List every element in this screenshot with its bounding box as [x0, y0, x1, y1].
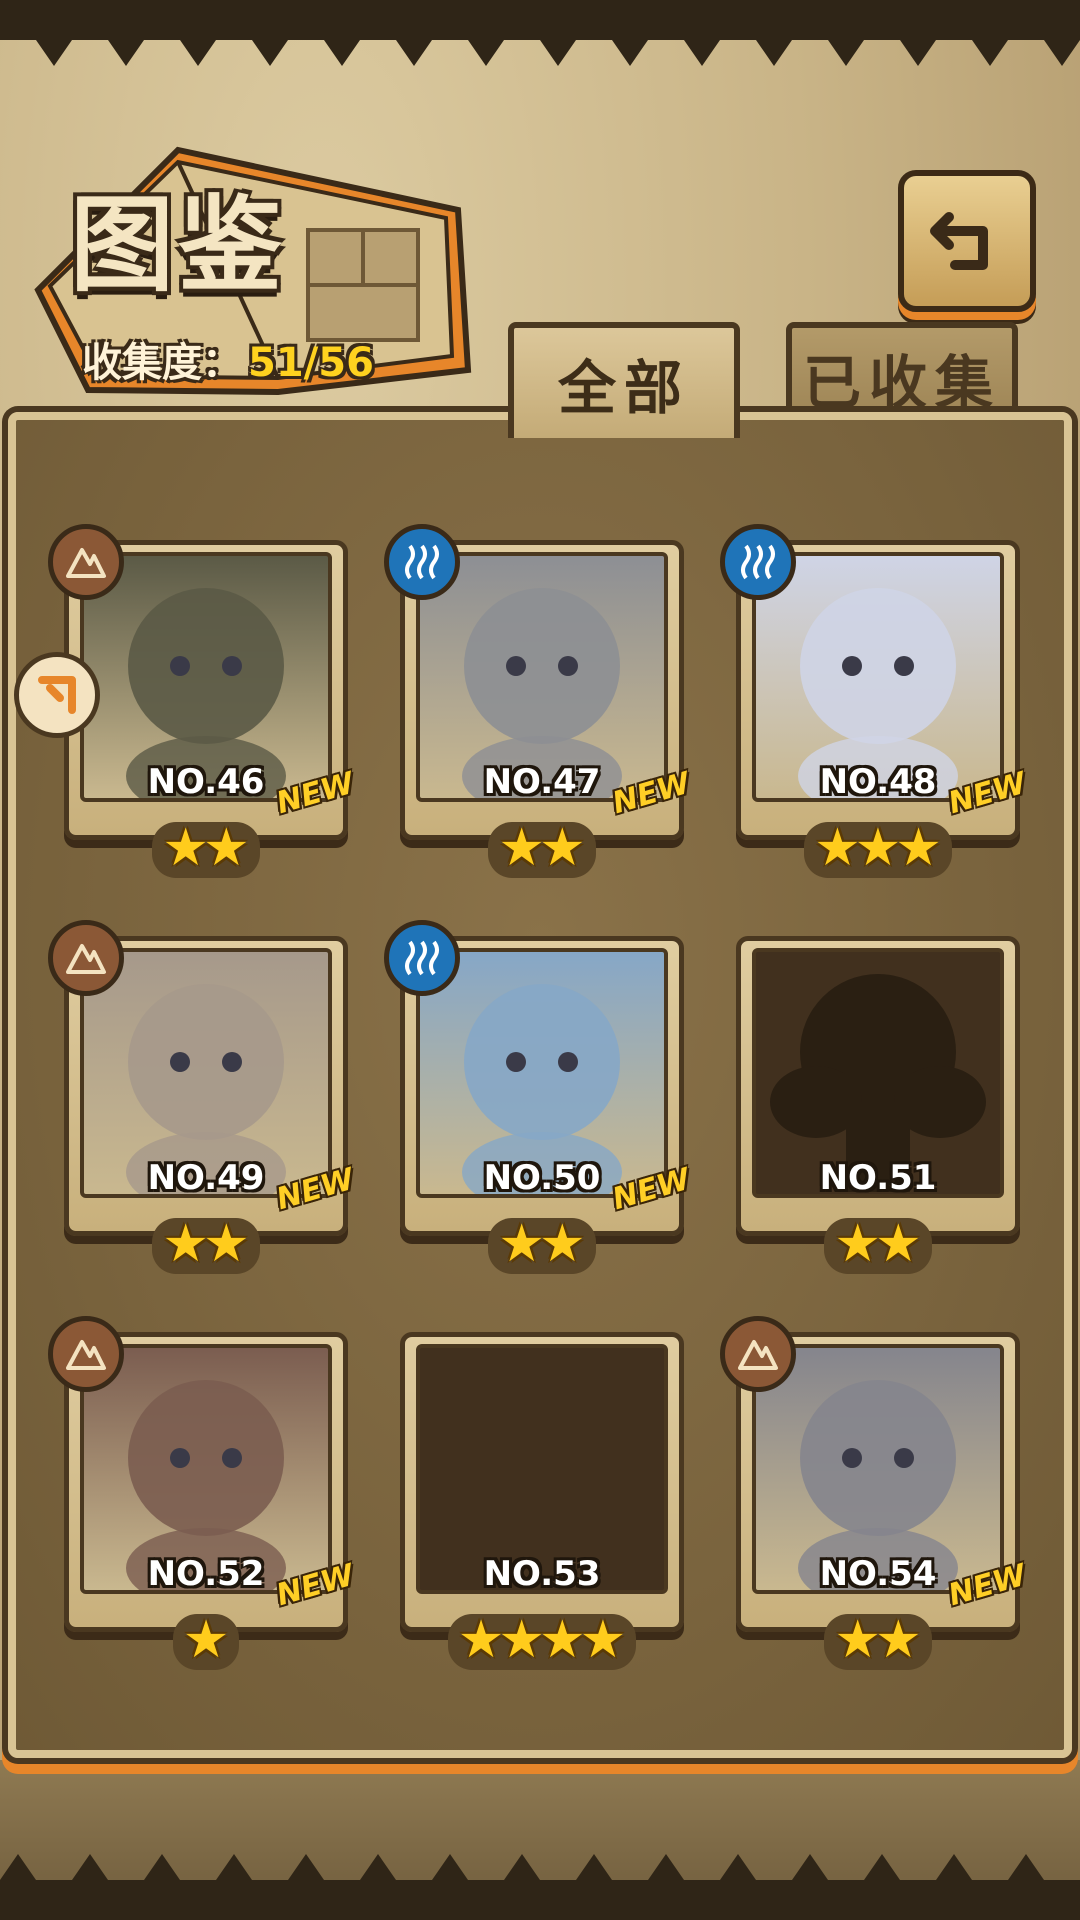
- monster-card[interactable]: NO.53 ★★★★: [400, 1332, 684, 1670]
- monster-card[interactable]: NO.48 NEW ★★★: [720, 524, 1030, 878]
- monster-card[interactable]: NO.52 NEW ★: [48, 1316, 358, 1670]
- star-rating: ★★: [400, 1218, 684, 1274]
- water-element-icon: [384, 524, 460, 600]
- earth-element-icon: [48, 920, 124, 996]
- water-element-icon: [720, 524, 796, 600]
- top-zigzag-border: [0, 0, 1080, 66]
- monster-card[interactable]: NO.54 NEW ★★: [720, 1316, 1030, 1670]
- earth-element-icon: [48, 524, 124, 600]
- star-icons: ★★: [152, 1218, 260, 1274]
- star-rating: ★★: [64, 1218, 348, 1274]
- back-button[interactable]: [898, 170, 1036, 312]
- collection-progress: 收集度： 51/56: [82, 330, 374, 388]
- bottom-zigzag-border: [0, 1854, 1080, 1920]
- star-icons: ★★: [152, 822, 260, 878]
- star-rating: ★★: [736, 1218, 1020, 1274]
- collection-value: 51/56: [248, 340, 374, 386]
- star-rating: ★★★★: [400, 1614, 684, 1670]
- star-icons: ★★★★: [447, 1614, 637, 1670]
- arrow-icon: [38, 676, 76, 714]
- collection-label: 收集度：: [82, 340, 242, 386]
- earth-element-icon: [720, 1316, 796, 1392]
- monster-card[interactable]: NO.49 NEW ★★: [48, 920, 358, 1274]
- monster-card[interactable]: NO.47 NEW ★★: [384, 524, 694, 878]
- star-icons: ★★: [488, 1218, 596, 1274]
- card-number: NO.51: [819, 1158, 937, 1198]
- star-icons: ★★: [488, 822, 596, 878]
- tab-all[interactable]: 全部: [508, 322, 740, 438]
- page-title: 图鉴: [70, 183, 287, 306]
- return-arrow-icon: [930, 212, 988, 270]
- water-element-icon: [384, 920, 460, 996]
- monster-card[interactable]: NO.51 ★★: [736, 936, 1020, 1274]
- star-rating: ★★: [400, 822, 684, 878]
- star-icons: ★★: [824, 1218, 932, 1274]
- star-icons: ★: [172, 1614, 240, 1670]
- side-arrow-button[interactable]: [14, 652, 100, 738]
- earth-element-icon: [48, 1316, 124, 1392]
- card-number: NO.53: [483, 1554, 601, 1594]
- monster-card[interactable]: NO.50 NEW ★★: [384, 920, 694, 1274]
- star-rating: ★★: [736, 1614, 1020, 1670]
- star-icons: ★★★: [804, 822, 952, 878]
- star-icons: ★★: [824, 1614, 932, 1670]
- monster-card[interactable]: NO.46 NEW ★★: [48, 524, 358, 878]
- star-rating: ★★★: [736, 822, 1020, 878]
- star-rating: ★★: [64, 822, 348, 878]
- star-rating: ★: [64, 1614, 348, 1670]
